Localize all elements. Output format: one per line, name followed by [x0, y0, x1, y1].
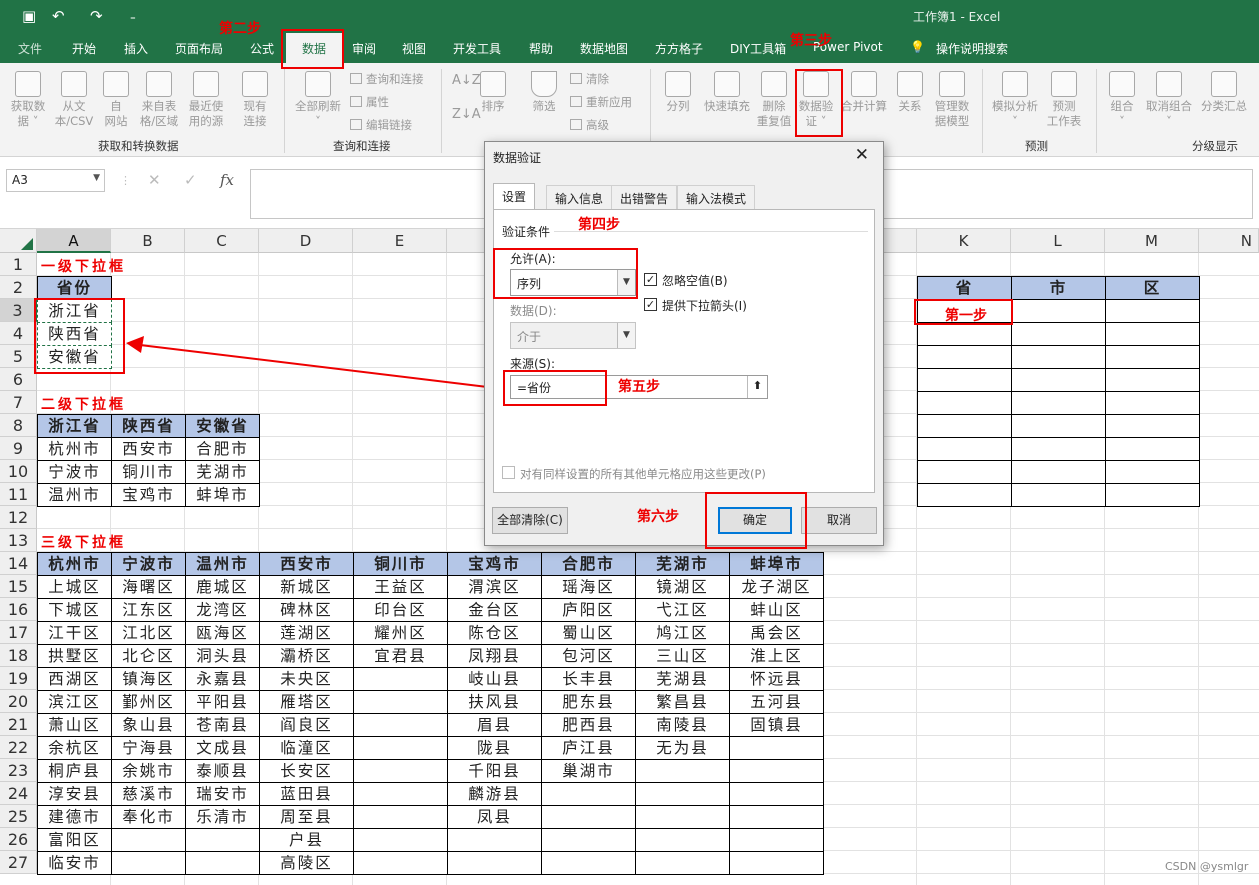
- chevron-down-icon: ▼: [617, 323, 635, 348]
- data-select: 介于 ▼: [510, 322, 636, 349]
- tab-ime-mode[interactable]: 输入法模式: [677, 185, 756, 209]
- apply-all-checkbox[interactable]: [502, 466, 515, 479]
- collapse-range-icon[interactable]: ⬆: [747, 376, 767, 398]
- highlight-ok: [705, 492, 807, 549]
- highlight-source: [503, 370, 607, 406]
- clear-all-button[interactable]: 全部清除(C): [492, 507, 568, 534]
- tab-input-message[interactable]: 输入信息: [546, 185, 613, 209]
- tab-settings[interactable]: 设置: [493, 183, 536, 210]
- arrow-line: [139, 344, 505, 390]
- criteria-label: 验证条件: [502, 225, 551, 239]
- cancel-button[interactable]: 取消: [801, 507, 877, 534]
- watermark: CSDN @ysmlgr: [1165, 860, 1249, 873]
- step6-note: 第六步: [637, 509, 679, 525]
- ignore-blank-label: 忽略空值(B): [662, 274, 728, 288]
- close-icon[interactable]: ✕: [855, 145, 869, 165]
- dropdown-checkbox[interactable]: ✓: [644, 298, 657, 311]
- dialog-title: 数据验证: [493, 151, 542, 165]
- step4-note: 第四步: [578, 217, 620, 233]
- arrow-head-icon: [126, 336, 144, 353]
- tab-error-alert[interactable]: 出错警告: [611, 185, 678, 209]
- data-label: 数据(D):: [510, 304, 557, 318]
- apply-all-label: 对有同样设置的所有其他单元格应用这些更改(P): [520, 467, 766, 481]
- data-validation-dialog: 数据验证 ✕ 设置 输入信息 出错警告 输入法模式 验证条件 允许(A): 序列…: [484, 141, 884, 546]
- dropdown-label: 提供下拉箭头(I): [662, 299, 747, 313]
- ignore-blank-checkbox[interactable]: ✓: [644, 273, 657, 286]
- highlight-allow: [493, 248, 638, 299]
- step5-note: 第五步: [618, 379, 660, 395]
